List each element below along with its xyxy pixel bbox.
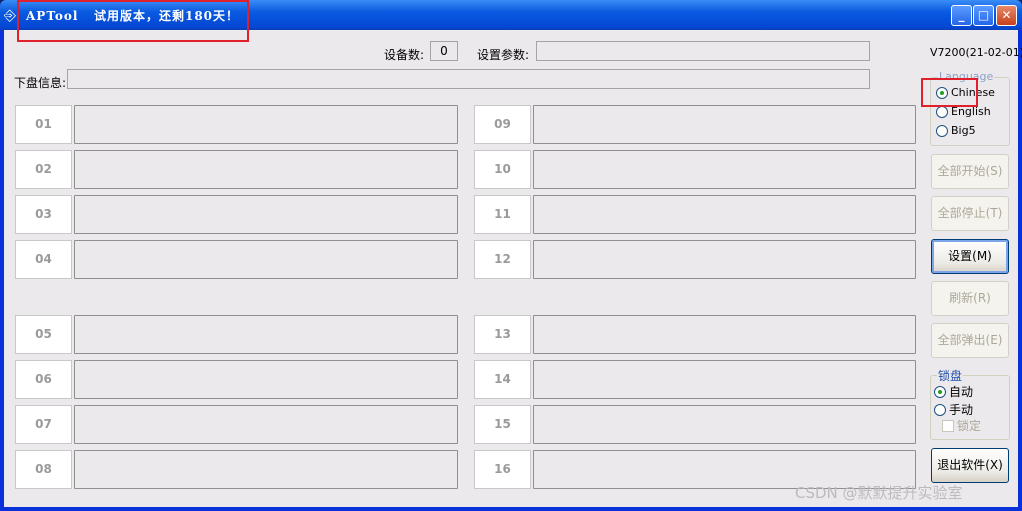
version-label: V7200(21-02-01) — [930, 46, 1022, 59]
slot-number: 09 — [474, 105, 531, 144]
radio-icon — [934, 403, 946, 416]
watermark: CSDN @默默提升实验室 — [795, 484, 963, 502]
slot-status-field — [74, 195, 458, 234]
radio-icon — [936, 105, 948, 118]
slot-status-field — [74, 405, 458, 444]
device-count-label: 设备数: — [384, 48, 425, 62]
start-all-button[interactable]: 全部开始(S) — [931, 154, 1009, 189]
radio-auto[interactable]: 自动 — [934, 383, 973, 400]
slot-status-field — [533, 150, 916, 189]
device-count-value: 0 — [430, 41, 458, 61]
radio-icon — [934, 385, 946, 398]
slot-status-field — [74, 150, 458, 189]
disk-info-field — [67, 69, 870, 89]
highlight-box-language — [921, 78, 978, 107]
slot-status-field — [74, 315, 458, 354]
lock-title: 锁盘 — [937, 367, 964, 384]
disk-info-label: 下盘信息: — [14, 76, 67, 90]
highlight-box-title — [17, 0, 249, 42]
slot-number: 04 — [15, 240, 72, 279]
settings-param-field — [536, 41, 870, 61]
exit-button[interactable]: 退出软件(X) — [931, 448, 1009, 483]
settings-param-label: 设置参数: — [477, 48, 530, 62]
radio-manual[interactable]: 手动 — [934, 401, 973, 418]
radio-label: 自动 — [949, 385, 974, 399]
slot-number: 03 — [15, 195, 72, 234]
slot-status-field — [533, 195, 916, 234]
slot-status-field — [533, 240, 916, 279]
slot-number: 07 — [15, 405, 72, 444]
radio-big5[interactable]: Big5 — [936, 124, 976, 137]
slot-status-field — [533, 315, 916, 354]
slot-status-field — [74, 105, 458, 144]
slot-number: 06 — [15, 360, 72, 399]
slot-number: 13 — [474, 315, 531, 354]
maximize-button[interactable]: □ — [973, 5, 994, 26]
radio-label: 手动 — [949, 403, 974, 417]
checkbox-icon — [942, 419, 954, 432]
eject-all-button[interactable]: 全部弹出(E) — [931, 323, 1009, 358]
radio-label: Big5 — [951, 124, 976, 137]
refresh-button[interactable]: 刷新(R) — [931, 281, 1009, 316]
lock-checkbox[interactable]: 锁定 — [942, 417, 981, 434]
settings-button[interactable]: 设置(M) — [931, 239, 1009, 274]
slot-number: 05 — [15, 315, 72, 354]
checkbox-label: 锁定 — [957, 419, 982, 433]
slot-number: 02 — [15, 150, 72, 189]
slot-number: 01 — [15, 105, 72, 144]
slot-number: 14 — [474, 360, 531, 399]
radio-icon — [936, 124, 948, 137]
slot-status-field — [74, 240, 458, 279]
slot-number: 16 — [474, 450, 531, 489]
stop-all-button[interactable]: 全部停止(T) — [931, 196, 1009, 231]
slot-number: 11 — [474, 195, 531, 234]
slot-number: 12 — [474, 240, 531, 279]
slot-number: 10 — [474, 150, 531, 189]
slot-status-field — [533, 405, 916, 444]
slot-status-field — [74, 360, 458, 399]
close-button[interactable]: ✕ — [996, 5, 1017, 26]
slot-status-field — [533, 105, 916, 144]
slot-status-field — [74, 450, 458, 489]
slot-status-field — [533, 360, 916, 399]
minimize-button[interactable]: _ — [951, 5, 972, 26]
slot-number: 15 — [474, 405, 531, 444]
slot-number: 08 — [15, 450, 72, 489]
